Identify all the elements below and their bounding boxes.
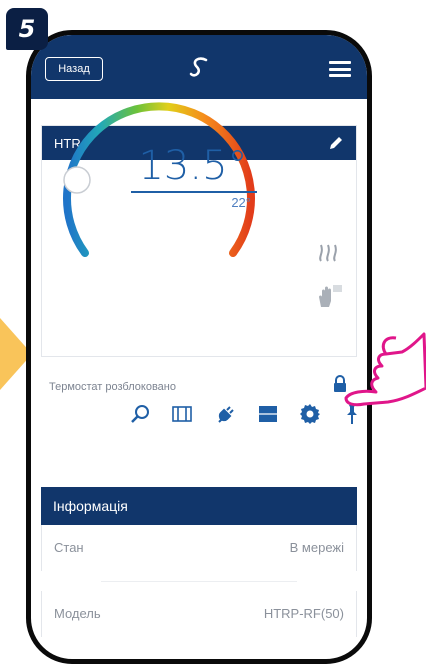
- info-row-status: Стан В мережі: [41, 525, 357, 571]
- search-icon[interactable]: [129, 403, 151, 425]
- pointing-hand-icon: [344, 332, 426, 407]
- current-temperature: 13.5°: [138, 143, 248, 189]
- heat-waves-icon: [319, 244, 337, 262]
- info-row-model: Модель HTRP-RF(50): [41, 591, 357, 637]
- lock-status-text: Термостат розблоковано: [49, 381, 176, 393]
- info-label: Модель: [54, 606, 101, 621]
- step-number: 5: [18, 15, 36, 43]
- info-title: Інформація: [53, 498, 128, 514]
- floor-heating-icon[interactable]: [257, 403, 279, 425]
- phone-frame: Назад HTR 13.5° 22° Термостат розблокова…: [26, 30, 372, 664]
- pencil-icon[interactable]: [328, 135, 344, 151]
- set-temperature: 22°: [231, 195, 251, 210]
- gear-icon[interactable]: [299, 403, 321, 425]
- temperature-divider: [131, 191, 257, 193]
- info-value: HTRP-RF(50): [263, 606, 344, 621]
- window-icon[interactable]: [171, 403, 193, 425]
- plug-icon[interactable]: [215, 403, 237, 425]
- hand-manual-icon: [319, 285, 342, 307]
- row-divider: [101, 581, 297, 582]
- device-toolbar: [129, 403, 361, 429]
- info-label: Стан: [54, 540, 84, 555]
- hamburger-menu-icon[interactable]: [329, 61, 351, 77]
- info-value: В мережі: [289, 540, 344, 555]
- dial-handle: [63, 166, 91, 194]
- info-section-header: Інформація: [41, 487, 357, 525]
- step-badge: 5: [6, 8, 48, 50]
